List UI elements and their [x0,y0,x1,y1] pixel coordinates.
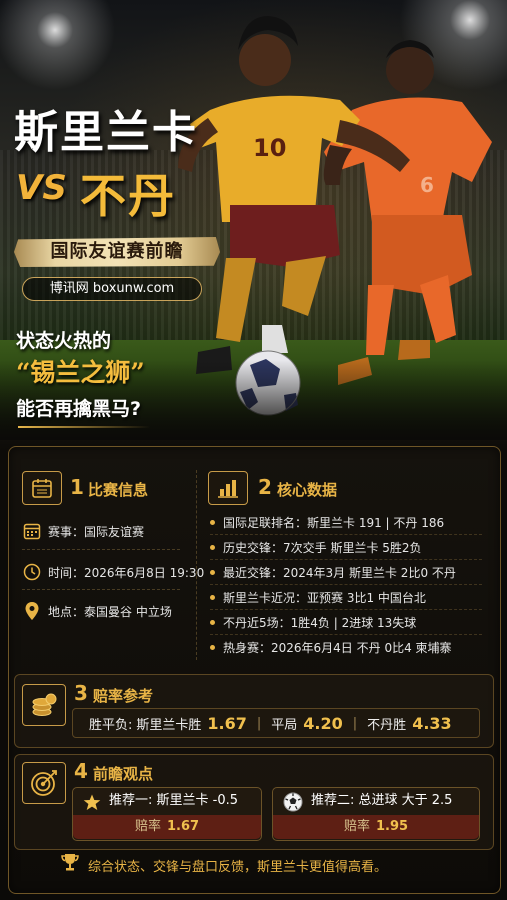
slogan-line-1: 状态火热的 [16,330,112,352]
section-1-title: 比赛信息 [88,481,149,499]
location-pin-icon [22,601,42,621]
recommendation-2-header: 推荐二: 总进球 大于 2.5 [273,788,479,814]
section-3-title: 赔率参考 [93,687,154,705]
draw-label: 平局 [271,717,298,733]
recommendation-2-odds: 赔率 1.95 [273,815,479,839]
recommendation-1[interactable]: 推荐一: 斯里兰卡 -0.5 赔率 1.67 [72,787,262,841]
time-row: 时间：2026年6月8日 19:30 [22,562,204,582]
divider [22,549,180,550]
event-row: 赛事：国际友谊赛 [22,521,144,541]
recommendation-1-odds: 赔率 1.67 [73,815,261,839]
odds-bar: 胜平负: 斯里兰卡胜 1.67 | 平局 4.20 | 不丹胜 4.33 [72,708,480,738]
slogan-underline [18,426,150,428]
jersey-number-a: 10 [253,134,286,162]
odds-value: 1.67 [166,819,200,834]
hero-banner: 6 10 斯里兰卡 VS 不丹 国际友谊赛前瞻 博讯网 boxunw.com 状… [0,0,507,440]
draw-odds[interactable]: 4.20 [303,714,342,733]
recommendation-2-title: 推荐二: 总进球 大于 2.5 [311,793,453,808]
away-win-label: 不丹胜 [367,717,407,733]
slogan-line-2: “锡兰之狮” [16,358,145,387]
section-2-number: 2 [258,475,272,499]
odds-label: 赔率 [134,819,161,834]
jersey-number-b: 6 [420,173,434,197]
divider [210,534,482,535]
trophy-icon [60,852,80,876]
divider [210,634,482,635]
team-a-title: 斯里兰卡 [14,107,198,158]
odds-label: 赔率 [343,819,370,834]
event-text: 赛事：国际友谊赛 [48,524,145,539]
divider [210,584,482,585]
coins-icon [22,684,66,726]
core-data-item: 斯里兰卡近况：亚预赛 3比1 中国台北 [210,589,426,606]
section-4-number: 4 [74,759,88,783]
section-1-number: 1 [70,475,84,499]
core-data-item: 不丹近5场：1胜4负 | 2进球 13失球 [210,614,416,631]
vs-label: VS [16,168,67,208]
section-4-title: 前瞻观点 [93,765,154,783]
divider [210,609,482,610]
odds-value: 1.95 [375,819,409,834]
home-win-odds[interactable]: 1.67 [207,714,246,733]
recommendation-2[interactable]: 推荐二: 总进球 大于 2.5 赔率 1.95 [272,787,480,841]
core-data-item: 历史交锋：7次交手 斯里兰卡 5胜2负 [210,539,422,556]
time-text: 时间：2026年6月8日 19:30 [48,565,205,580]
recommendation-1-title: 推荐一: 斯里兰卡 -0.5 [109,793,239,808]
target-icon [22,762,66,804]
subtitle-banner: 国际友谊赛前瞻 [14,237,220,267]
away-win-odds[interactable]: 4.33 [412,714,451,733]
section-3-number: 3 [74,681,88,705]
poster: 6 10 斯里兰卡 VS 不丹 国际友谊赛前瞻 博讯网 boxunw.com 状… [0,0,507,900]
player-bhutan: 6 [323,40,492,385]
core-data-item: 最近交锋：2024年3月 斯里兰卡 2比0 不丹 [210,564,456,581]
venue-text: 地点：泰国曼谷 中立场 [48,604,172,619]
core-data-item: 热身赛：2026年6月4日 不丹 0比4 柬埔寨 [210,639,452,656]
odds-separator: | [352,715,358,731]
schedule-icon [22,521,42,541]
slogan-line-3: 能否再擒黑马? [16,398,142,420]
odds-label: 胜平负: [89,717,133,733]
team-b-title: 不丹 [80,169,176,223]
bar-chart-icon [208,471,248,505]
divider [210,559,482,560]
vertical-divider [196,470,197,660]
odds-separator: | [256,715,262,731]
calendar-icon [22,471,62,505]
home-win-label: 斯里兰卡胜 [136,717,202,733]
clock-icon [22,562,42,582]
core-data-item: 国际足联排名：斯里兰卡 191 | 不丹 186 [210,514,444,531]
footer-conclusion: 综合状态、交锋与盘口反馈，斯里兰卡更值得高看。 [88,860,388,875]
divider [22,589,180,590]
site-badge[interactable]: 博讯网 boxunw.com [22,277,202,301]
recommendation-1-header: 推荐一: 斯里兰卡 -0.5 [73,788,261,814]
section-2-title: 核心数据 [277,481,338,499]
venue-row: 地点：泰国曼谷 中立场 [22,601,172,621]
